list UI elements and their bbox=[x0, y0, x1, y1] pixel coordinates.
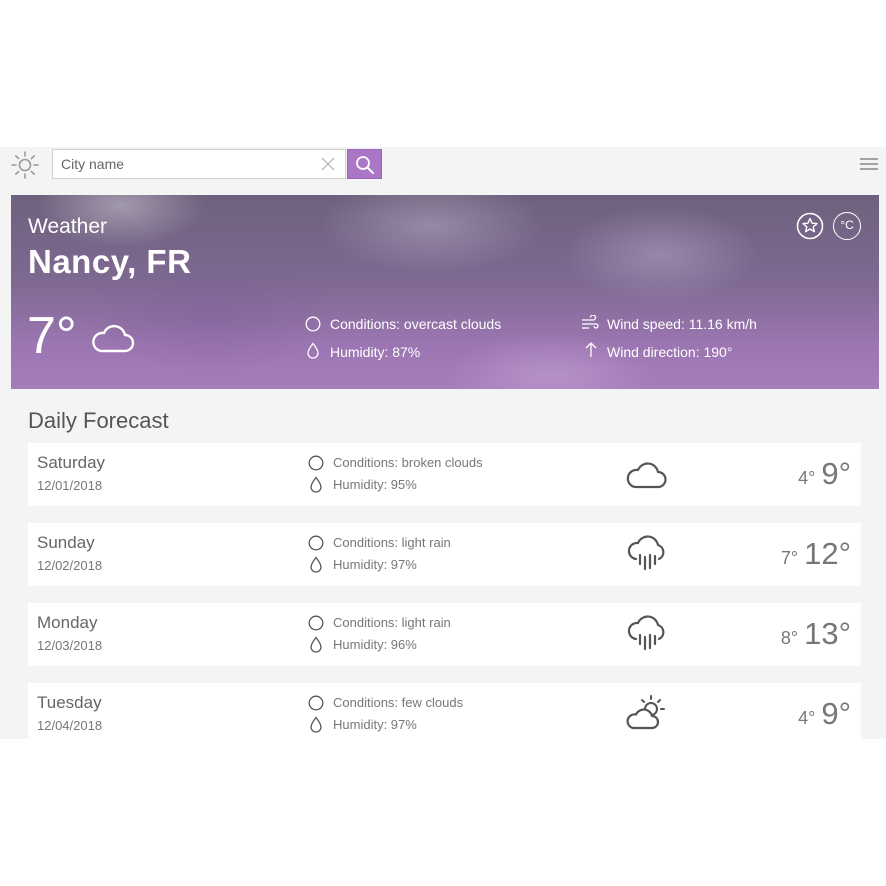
humidity-icon bbox=[307, 342, 319, 359]
wind-icon bbox=[582, 315, 599, 329]
day-max-temp: 13° bbox=[804, 616, 851, 651]
conditions-icon bbox=[308, 615, 324, 631]
conditions-icon bbox=[305, 316, 321, 332]
day-conditions: Conditions: light rain bbox=[333, 615, 451, 630]
current-conditions: Conditions: overcast clouds bbox=[330, 316, 502, 332]
favorite-star-button[interactable] bbox=[796, 212, 824, 240]
day-date: 12/01/2018 bbox=[37, 478, 103, 493]
wind-direction-arrow-icon bbox=[585, 342, 597, 357]
day-temperatures: 4° 9° bbox=[798, 456, 851, 492]
sun-cloud-icon bbox=[626, 695, 665, 730]
day-temperatures: 7° 12° bbox=[781, 536, 851, 572]
forecast-title: Daily Forecast bbox=[28, 408, 169, 433]
humidity-icon bbox=[310, 476, 322, 493]
current-temperature: 7° bbox=[27, 307, 77, 365]
day-humidity: Humidity: 96% bbox=[333, 637, 417, 652]
search-input[interactable] bbox=[53, 150, 315, 178]
day-min-temp: 4° bbox=[798, 708, 816, 728]
search-icon bbox=[356, 156, 374, 174]
search-button[interactable] bbox=[347, 149, 382, 179]
weather-app: Weather Nancy, FR 7° °C Conditions: over… bbox=[0, 147, 886, 739]
day-humidity: Humidity: 97% bbox=[333, 717, 417, 732]
forecast-day-card[interactable]: Tuesday 12/04/2018 Conditions: few cloud… bbox=[28, 683, 861, 739]
conditions-icon bbox=[308, 455, 324, 471]
humidity-icon bbox=[310, 556, 322, 573]
current-weather-panel: Weather Nancy, FR 7° °C Conditions: over… bbox=[11, 195, 879, 389]
day-date: 12/03/2018 bbox=[37, 638, 103, 653]
day-humidity: Humidity: 95% bbox=[333, 477, 417, 492]
rain-icon bbox=[627, 535, 665, 571]
toolbar bbox=[0, 147, 886, 185]
humidity-icon bbox=[310, 636, 322, 653]
day-conditions: Conditions: few clouds bbox=[333, 695, 464, 710]
rain-icon bbox=[627, 615, 665, 651]
day-min-temp: 4° bbox=[798, 468, 816, 488]
cloud-icon bbox=[92, 324, 135, 353]
forecast-day-card[interactable]: Saturday 12/01/2018 Conditions: broken c… bbox=[28, 443, 861, 506]
clear-icon[interactable] bbox=[321, 157, 335, 171]
day-temperatures: 8° 13° bbox=[781, 616, 851, 652]
day-name: Tuesday bbox=[37, 693, 102, 712]
cloud-icon bbox=[626, 462, 667, 489]
current-humidity: Humidity: 87% bbox=[330, 344, 421, 360]
day-name: Saturday bbox=[37, 453, 106, 472]
day-conditions: Conditions: broken clouds bbox=[333, 455, 483, 470]
day-name: Monday bbox=[37, 613, 98, 632]
day-date: 12/02/2018 bbox=[37, 558, 103, 573]
hero-label: Weather bbox=[28, 215, 107, 238]
search-box bbox=[52, 149, 346, 179]
day-max-temp: 9° bbox=[821, 696, 851, 731]
sun-logo-icon bbox=[11, 151, 39, 179]
hamburger-menu-icon[interactable] bbox=[860, 156, 878, 172]
unit-toggle-button[interactable]: °C bbox=[833, 212, 861, 240]
day-min-temp: 8° bbox=[780, 628, 799, 648]
conditions-icon bbox=[308, 535, 324, 551]
current-wind-speed: Wind speed: 11.16 km/h bbox=[607, 316, 757, 332]
current-wind-direction: Wind direction: 190° bbox=[607, 344, 733, 360]
day-min-temp: 7° bbox=[780, 548, 799, 568]
day-max-temp: 12° bbox=[804, 536, 851, 571]
day-temperatures: 4° 9° bbox=[798, 696, 851, 732]
day-conditions: Conditions: light rain bbox=[333, 535, 451, 550]
forecast-day-card[interactable]: Monday 12/03/2018 Conditions: light rain… bbox=[28, 603, 861, 666]
day-max-temp: 9° bbox=[821, 456, 851, 491]
city-name: Nancy, FR bbox=[28, 243, 192, 280]
day-humidity: Humidity: 97% bbox=[333, 557, 417, 572]
day-date: 12/04/2018 bbox=[37, 718, 103, 733]
conditions-icon bbox=[308, 695, 324, 711]
humidity-icon bbox=[310, 716, 322, 733]
day-name: Sunday bbox=[37, 533, 95, 552]
forecast-day-card[interactable]: Sunday 12/02/2018 Conditions: light rain… bbox=[28, 523, 861, 586]
